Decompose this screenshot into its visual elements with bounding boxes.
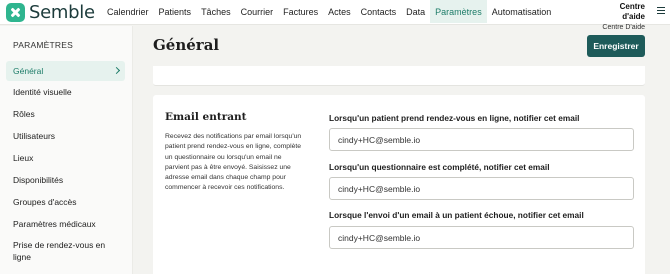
help-center-link[interactable]: Centre d'aide Centre D'aide	[597, 2, 645, 33]
sidebar-item-groupes-acces[interactable]: Groupes d'accès	[6, 195, 125, 209]
sidebar-item-label: Général	[13, 66, 44, 76]
nav-item-data[interactable]: Data	[401, 0, 430, 23]
sidebar-item-label: Prise de rendez-vous en ligne	[13, 240, 106, 262]
nav-item-factures[interactable]: Factures	[278, 0, 323, 23]
help-center-title: Centre d'aide	[619, 2, 645, 21]
sidebar-item-label: Paramètres médicaux	[13, 219, 96, 229]
nav-item-courrier[interactable]: Courrier	[236, 0, 279, 23]
sidebar-item-label: Identité visuelle	[13, 87, 72, 97]
sidebar-item-label: Lieux	[13, 153, 34, 163]
previous-section-card	[153, 66, 645, 86]
main-nav: Calendrier Patients Tâches Courrier Fact…	[102, 0, 556, 23]
settings-sidebar: PARAMÈTRES Général Identité visuelle Rôl…	[0, 26, 133, 274]
nav-item-parametres[interactable]: Paramètres	[430, 0, 487, 23]
incoming-email-card: Email entrant Recevez des notifications …	[153, 95, 645, 274]
nav-item-patients[interactable]: Patients	[154, 0, 197, 23]
sidebar-item-label: Groupes d'accès	[13, 197, 77, 207]
sidebar-item-lieux[interactable]: Lieux	[6, 151, 125, 165]
email-failure-notification-label: Lorsque l'envoi d'un email à un patient …	[329, 210, 584, 220]
top-navbar: Semble Calendrier Patients Tâches Courri…	[0, 0, 670, 31]
section-description: Recevez des notifications par email lors…	[165, 133, 302, 192]
sidebar-item-utilisateurs[interactable]: Utilisateurs	[6, 129, 125, 143]
sidebar-heading: PARAMÈTRES	[13, 40, 73, 50]
nav-item-actes[interactable]: Actes	[323, 0, 356, 23]
booking-notification-email-input[interactable]	[329, 128, 634, 151]
sidebar-item-disponibilites[interactable]: Disponibilités	[6, 173, 125, 187]
sidebar-item-label: Rôles	[13, 109, 35, 119]
questionnaire-notification-email-input[interactable]	[329, 177, 634, 200]
sidebar-item-label: Disponibilités	[13, 175, 64, 185]
semble-logo-icon	[6, 2, 25, 22]
booking-notification-label: Lorsqu'un patient prend rendez-vous en l…	[329, 113, 580, 123]
questionnaire-notification-label: Lorsqu'un questionnaire est complété, no…	[329, 162, 550, 172]
nav-item-calendrier[interactable]: Calendrier	[102, 0, 154, 23]
sidebar-item-roles[interactable]: Rôles	[6, 107, 125, 121]
sidebar-item-parametres-medicaux[interactable]: Paramètres médicaux	[6, 217, 125, 231]
page-title: Général	[153, 36, 220, 54]
sidebar-item-identite-visuelle[interactable]: Identité visuelle	[6, 85, 125, 99]
chevron-right-icon	[112, 66, 121, 75]
save-button[interactable]: Enregistrer	[587, 35, 645, 57]
sidebar-item-label: Utilisateurs	[13, 131, 56, 141]
brand-name: Semble	[29, 1, 95, 23]
help-center-subtitle: Centre D'aide	[602, 24, 645, 31]
nav-item-automatisation[interactable]: Automatisation	[487, 0, 557, 23]
nav-item-taches[interactable]: Tâches	[196, 0, 236, 23]
sidebar-item-prise-rdv-en-ligne[interactable]: Prise de rendez-vous en ligne	[6, 238, 111, 264]
section-title: Email entrant	[165, 111, 247, 123]
nav-item-contacts[interactable]: Contacts	[356, 0, 402, 23]
email-failure-notification-email-input[interactable]	[329, 226, 634, 249]
hamburger-menu-icon[interactable]	[657, 7, 665, 14]
brand-logo[interactable]: Semble	[6, 1, 95, 23]
sidebar-item-general[interactable]: Général	[6, 61, 125, 81]
